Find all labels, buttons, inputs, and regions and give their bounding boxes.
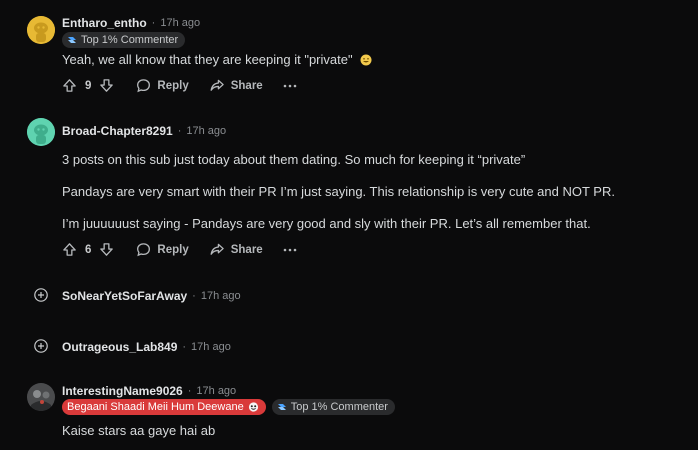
username[interactable]: Entharo_entho (62, 16, 147, 30)
emoji-flair-icon (248, 402, 258, 412)
avatar[interactable] (27, 16, 55, 44)
snoo-avatar-icon (27, 16, 55, 44)
username[interactable]: Outrageous_Lab849 (62, 340, 177, 354)
comment-entharo: Entharo_entho · 17h ago Top 1% Commenter… (0, 0, 698, 110)
comment-paragraph: I’m juuuuuust saying - Pandays are very … (62, 216, 591, 231)
more-dots-icon (283, 84, 297, 87)
share-label: Share (230, 243, 263, 256)
badge-label: Top 1% Commenter (81, 34, 179, 46)
badge-row: Begaani Shaadi Meii Hum Deewane Top 1% C… (62, 399, 395, 415)
reply-label: Reply (157, 243, 189, 256)
reply-button[interactable]: Reply (136, 78, 189, 93)
more-dots-icon (283, 248, 297, 251)
reply-button[interactable]: Reply (136, 242, 189, 257)
vote-count: 9 (85, 79, 92, 92)
comment-broad-chapter: Broad-Chapter8291 · 17h ago 3 posts on t… (0, 110, 698, 270)
comment-paragraph: Pandays are very smart with their PR I’m… (62, 184, 615, 199)
comment-bubble-icon (137, 79, 151, 93)
vote-group: 6 (62, 242, 114, 257)
comment-bubble-icon (137, 243, 151, 257)
timestamp[interactable]: 17h ago (186, 125, 226, 137)
arrow-up-icon[interactable] (62, 78, 77, 93)
reply-label: Reply (157, 79, 189, 92)
timestamp[interactable]: 17h ago (191, 341, 231, 353)
username[interactable]: SoNearYetSoFarAway (62, 289, 187, 303)
vote-count: 6 (85, 243, 92, 256)
comment-actions: 9 Reply Share (62, 78, 317, 93)
separator-dot: · (192, 290, 196, 302)
share-button[interactable]: Share (209, 242, 263, 257)
plus-circle-icon[interactable] (34, 288, 48, 302)
separator-dot: · (182, 341, 187, 353)
avatar[interactable] (27, 383, 55, 411)
avatar[interactable] (27, 118, 55, 146)
separator-dot: · (177, 125, 182, 137)
grinning-emoji-icon (360, 54, 372, 66)
share-arrow-icon (210, 243, 224, 255)
flair-label: Begaani Shaadi Meii Hum Deewane (67, 401, 244, 413)
comment-header: SoNearYetSoFarAway · 17h ago (62, 289, 241, 303)
separator-dot: · (187, 385, 192, 397)
timestamp[interactable]: 17h ago (201, 290, 241, 302)
comment-interestingname: InterestingName9026 · 17h ago Begaani Sh… (0, 375, 698, 450)
comment-header: Entharo_entho · 17h ago (62, 16, 200, 30)
share-label: Share (230, 79, 263, 92)
snoo-avatar-icon (27, 118, 55, 146)
user-flair[interactable]: Begaani Shaadi Meii Hum Deewane (62, 399, 266, 415)
comment-header: Outrageous_Lab849 · 17h ago (62, 340, 231, 354)
comment-body: Kaise stars aa gaye hai ab (62, 423, 216, 438)
comment-header: InterestingName9026 · 17h ago (62, 384, 236, 398)
comment-body: Yeah, we all know that they are keeping … (62, 52, 372, 67)
top-commenter-badge[interactable]: Top 1% Commenter (271, 399, 395, 415)
username[interactable]: InterestingName9026 (62, 384, 183, 398)
more-options-button[interactable] (283, 248, 297, 252)
username[interactable]: Broad-Chapter8291 (62, 124, 173, 138)
share-arrow-icon (210, 79, 224, 91)
comment-paragraph: 3 posts on this sub just today about the… (62, 152, 526, 167)
arrow-up-icon[interactable] (62, 242, 77, 257)
timestamp[interactable]: 17h ago (196, 385, 236, 397)
top-commenter-icon (277, 404, 286, 410)
more-options-button[interactable] (283, 84, 297, 88)
collapsed-comment[interactable]: SoNearYetSoFarAway · 17h ago (0, 286, 698, 306)
comment-text: Yeah, we all know that they are keeping … (62, 52, 353, 67)
custom-avatar-icon (27, 383, 55, 411)
vote-group: 9 (62, 78, 114, 93)
badge-row: Top 1% Commenter (62, 32, 186, 48)
top-commenter-icon (68, 37, 76, 43)
top-commenter-badge[interactable]: Top 1% Commenter (62, 32, 186, 48)
arrow-down-icon[interactable] (99, 78, 114, 93)
plus-circle-icon[interactable] (34, 339, 48, 353)
timestamp[interactable]: 17h ago (160, 17, 200, 29)
comment-header: Broad-Chapter8291 · 17h ago (62, 124, 226, 138)
arrow-down-icon[interactable] (99, 242, 114, 257)
badge-label: Top 1% Commenter (290, 401, 388, 413)
collapsed-comment[interactable]: Outrageous_Lab849 · 17h ago (0, 337, 698, 357)
separator-dot: · (151, 17, 156, 29)
share-button[interactable]: Share (209, 78, 263, 93)
comment-actions: 6 Reply Share (62, 242, 317, 257)
